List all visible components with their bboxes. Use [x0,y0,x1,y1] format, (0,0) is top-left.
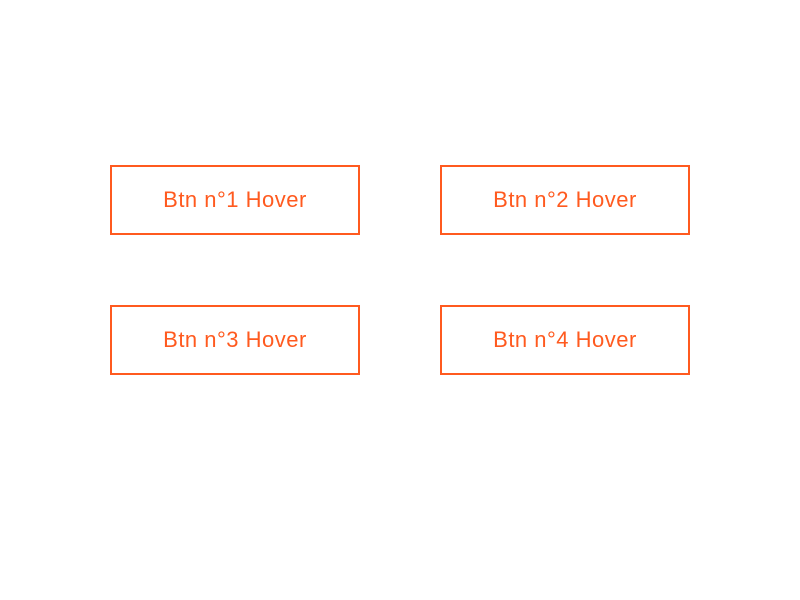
button-label: Btn n°3 Hover [163,327,307,353]
hover-button-2[interactable]: Btn n°2 Hover [440,165,690,235]
button-label: Btn n°1 Hover [163,187,307,213]
hover-button-3[interactable]: Btn n°3 Hover [110,305,360,375]
button-label: Btn n°4 Hover [493,327,637,353]
hover-button-4[interactable]: Btn n°4 Hover [440,305,690,375]
button-row-1: Btn n°1 Hover Btn n°2 Hover [110,165,690,235]
button-row-2: Btn n°3 Hover Btn n°4 Hover [110,305,690,375]
hover-button-1[interactable]: Btn n°1 Hover [110,165,360,235]
button-label: Btn n°2 Hover [493,187,637,213]
